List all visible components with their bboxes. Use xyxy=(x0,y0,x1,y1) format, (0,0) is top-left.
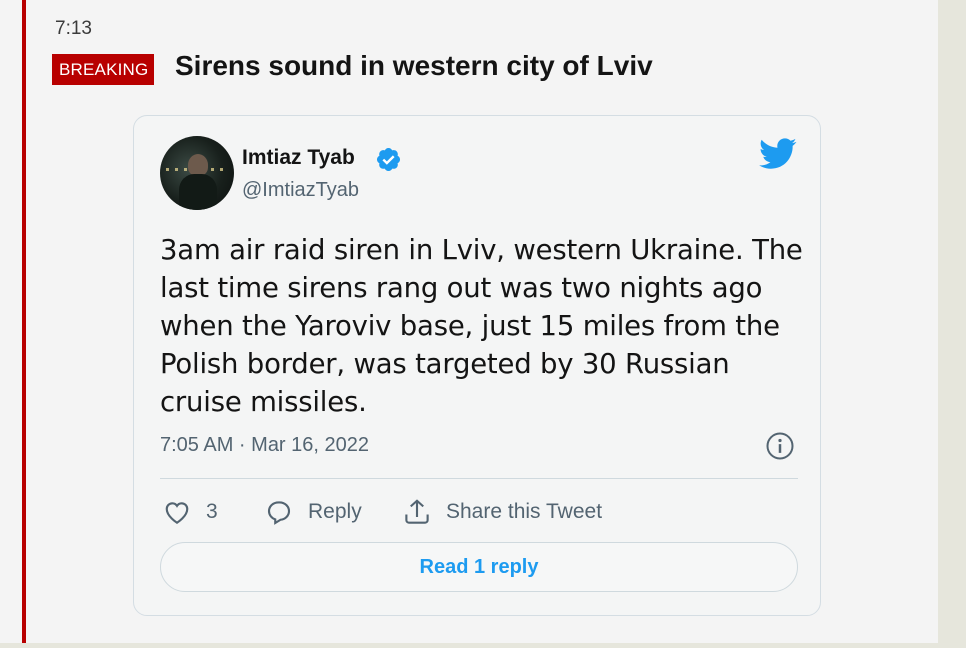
reply-label: Reply xyxy=(308,500,362,523)
live-page-panel: 7:13 BREAKING Sirens sound in western ci… xyxy=(0,0,938,643)
breaking-badge: BREAKING xyxy=(52,54,155,85)
verified-icon xyxy=(376,147,401,172)
share-icon xyxy=(405,499,429,524)
twitter-bird-icon[interactable] xyxy=(759,138,797,170)
like-button[interactable]: 3 xyxy=(162,496,218,528)
tweet-divider xyxy=(160,478,798,479)
tweet-handle[interactable]: @ImtiazTyab xyxy=(242,179,359,202)
avatar[interactable] xyxy=(160,136,234,210)
entry-headline: Sirens sound in western city of Lviv xyxy=(175,50,653,81)
reply-button[interactable]: Reply xyxy=(264,496,362,528)
embedded-tweet: Imtiaz Tyab @ImtiazTyab 3am air raid sir… xyxy=(133,115,821,616)
tweet-timestamp[interactable]: 7:05 AM · Mar 16, 2022 xyxy=(160,434,369,457)
read-replies-button[interactable]: Read 1 reply xyxy=(160,542,798,592)
tweet-author-name[interactable]: Imtiaz Tyab xyxy=(242,146,355,170)
share-label: Share this Tweet xyxy=(446,500,603,523)
reply-bubble-icon xyxy=(267,501,291,525)
entry-time: 7:13 xyxy=(55,18,92,39)
tweet-text: 3am air raid siren in Lviv, western Ukra… xyxy=(160,234,803,418)
live-entry-rule xyxy=(22,0,26,643)
heart-icon xyxy=(165,502,189,525)
info-icon[interactable] xyxy=(765,431,795,461)
share-button[interactable]: Share this Tweet xyxy=(402,496,602,528)
like-count: 3 xyxy=(206,500,218,523)
